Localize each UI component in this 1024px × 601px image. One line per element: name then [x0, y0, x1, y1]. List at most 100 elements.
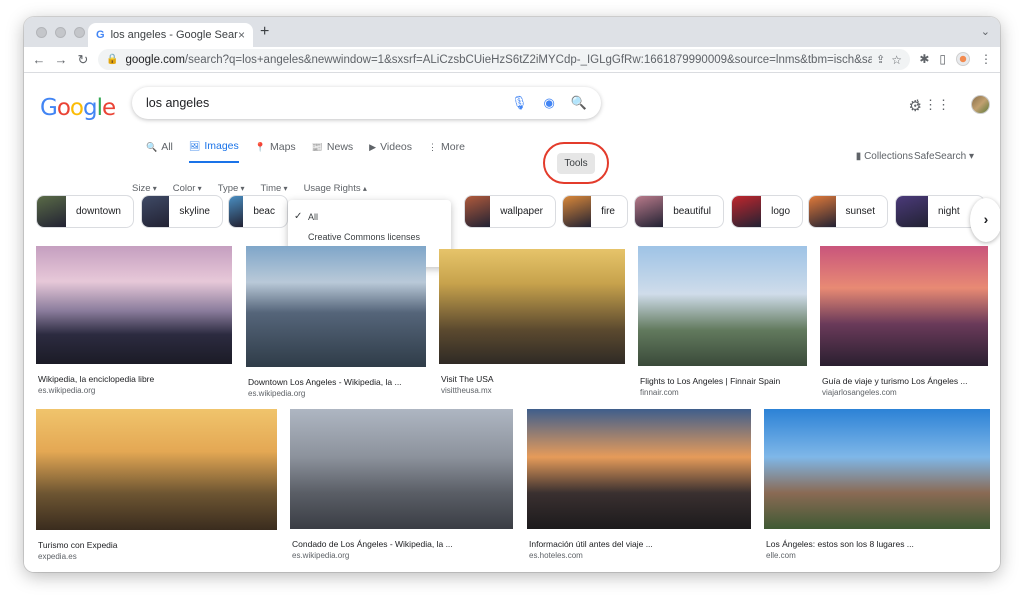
tab-close-icon[interactable]: ×	[238, 28, 245, 42]
chip-thumbnail	[229, 196, 244, 227]
chip-wallpaper[interactable]: wallpaper	[464, 195, 556, 228]
search-input[interactable]: los angeles	[146, 96, 495, 110]
tab-search-icon[interactable]: ⌄	[981, 25, 990, 38]
result-thumbnail[interactable]	[820, 246, 988, 366]
filter-type[interactable]: Type	[218, 183, 245, 194]
chip-label: skyline	[179, 206, 210, 217]
forward-icon[interactable]: →	[50, 52, 72, 67]
chip-thumbnail	[37, 196, 66, 227]
image-result-card[interactable]: Flights to Los Angeles | Finnair Spain fi…	[638, 246, 807, 408]
result-caption[interactable]: Downtown Los Angeles - Wikipedia, la ...	[248, 377, 402, 387]
result-source: es.wikipedia.org	[248, 389, 306, 398]
close-window-button[interactable]	[36, 27, 47, 38]
chip-downtown[interactable]: downtown	[36, 195, 134, 228]
result-caption[interactable]: Visit The USA	[441, 374, 494, 384]
result-thumbnail[interactable]	[439, 249, 625, 364]
image-result-card[interactable]: Condado de Los Ángeles - Wikipedia, la .…	[290, 409, 513, 571]
chip-beac[interactable]: beac	[228, 195, 288, 228]
tools-highlight-ring	[543, 142, 609, 184]
usage-option-label: Creative Commons licenses	[308, 232, 421, 242]
chip-thumbnail	[809, 196, 836, 227]
tab-label: Images	[204, 140, 239, 152]
filter-color[interactable]: Color	[173, 183, 202, 194]
result-caption[interactable]: Guía de viaje y turismo Los Ángeles ...	[822, 376, 968, 386]
collections-link[interactable]: ▮ Collections	[856, 151, 913, 162]
image-result-card[interactable]: Información útil antes del viaje ... es.h…	[527, 409, 751, 571]
result-caption[interactable]: Flights to Los Angeles | Finnair Spain	[640, 376, 780, 386]
browser-toolbar: ← → ↻ 🔒 google.com/search?q=los+angeles&…	[24, 47, 1000, 73]
microphone-icon[interactable]: 🎙	[511, 95, 528, 111]
share-icon[interactable]: ⇪	[876, 53, 885, 66]
usage-option-item[interactable]: ✓ All	[288, 207, 451, 227]
image-result-card[interactable]: Guía de viaje y turismo Los Ángeles ... v…	[820, 246, 988, 408]
tab-label: Maps	[269, 141, 296, 153]
minimize-window-button[interactable]	[55, 27, 66, 38]
usage-option-item[interactable]: Creative Commons licenses	[288, 227, 451, 247]
result-source: es.wikipedia.org	[38, 386, 96, 395]
tab-label: Videos	[380, 141, 412, 153]
browser-tab[interactable]: G los angeles - Google Search ×	[88, 23, 253, 47]
filter-size[interactable]: Size	[132, 183, 157, 194]
chip-sunset[interactable]: sunset	[808, 195, 888, 228]
tab-images[interactable]: 🖼 Images	[188, 140, 239, 163]
result-caption[interactable]: Condado de Los Ángeles - Wikipedia, la .…	[292, 539, 453, 549]
image-result-card[interactable]: Downtown Los Angeles - Wikipedia, la ...…	[246, 246, 426, 409]
result-thumbnail[interactable]	[246, 246, 426, 367]
result-thumbnail[interactable]	[764, 409, 990, 529]
url-text: google.com/search?q=los+angeles&newwindo…	[125, 53, 873, 66]
chip-label: downtown	[75, 206, 121, 217]
result-thumbnail[interactable]	[527, 409, 751, 529]
image-result-card[interactable]: Visit The USA visittheusa.mx	[439, 249, 625, 406]
search-tabs: 🔍 All 🖼 Images 📍 Maps 📰 News ▶ Videos ⋮ More	[146, 140, 465, 163]
chip-skyline[interactable]: skyline	[141, 195, 223, 228]
result-source: expedia.es	[38, 552, 77, 561]
profile-avatar[interactable]	[956, 52, 970, 66]
tab-all[interactable]: 🔍 All	[146, 140, 173, 163]
logo-letter: o	[69, 95, 84, 121]
reload-icon[interactable]: ↻	[72, 52, 94, 68]
bookmark-star-icon[interactable]: ☆	[891, 53, 902, 67]
result-caption[interactable]: Información útil antes del viaje ...	[529, 539, 653, 549]
new-tab-button[interactable]: +	[260, 23, 269, 41]
safesearch-menu[interactable]: SafeSearch ▾	[914, 151, 974, 162]
tab-videos[interactable]: ▶ Videos	[369, 140, 412, 163]
result-caption[interactable]: Los Ángeles: estos son los 8 lugares ...	[766, 539, 914, 549]
camera-lens-icon[interactable]: ◉	[543, 95, 554, 111]
tab-strip: G los angeles - Google Search × + ⌄	[24, 17, 1000, 47]
browser-menu-icon[interactable]: ⋮	[980, 52, 992, 66]
search-box[interactable]: los angeles 🎙 ◉ 🔍	[132, 87, 601, 119]
search-page: Google los angeles 🎙 ◉ 🔍 ⚙ ⋮⋮⋮ 🔍 All 🖼 Imag…	[24, 73, 1000, 572]
back-icon[interactable]: ←	[28, 52, 50, 67]
image-result-card[interactable]: Wikipedia, la enciclopedia libre es.wikip…	[36, 246, 232, 406]
result-thumbnail[interactable]	[36, 409, 277, 530]
image-result-card[interactable]: Los Ángeles: estos son los 8 lugares ...…	[764, 409, 990, 571]
chip-logo[interactable]: logo	[731, 195, 803, 228]
google-logo[interactable]: Google	[40, 95, 116, 121]
apps-grid-icon[interactable]: ⋮⋮⋮	[911, 97, 950, 113]
maximize-window-button[interactable]	[74, 27, 85, 38]
result-caption[interactable]: Wikipedia, la enciclopedia libre	[38, 374, 154, 384]
more-tab-icon: ⋮	[428, 141, 437, 152]
extensions-icon[interactable]: ✱	[919, 52, 929, 66]
image-result-card[interactable]: Turismo con Expedia expedia.es	[36, 409, 277, 572]
result-thumbnail[interactable]	[290, 409, 513, 529]
filter-usage-rights[interactable]: Usage Rights	[304, 183, 367, 194]
result-source: elle.com	[766, 551, 796, 560]
account-avatar[interactable]	[971, 95, 990, 114]
result-thumbnail[interactable]	[36, 246, 232, 364]
tab-label: All	[161, 141, 173, 153]
search-icon[interactable]: 🔍	[571, 95, 587, 111]
chips-next-chevron-icon[interactable]: ›	[970, 198, 1000, 242]
chip-fire[interactable]: fire	[562, 195, 628, 228]
sidebar-icon[interactable]: ▯	[939, 52, 946, 66]
tab-news[interactable]: 📰 News	[312, 140, 353, 163]
address-bar[interactable]: 🔒 google.com/search?q=los+angeles&newwin…	[98, 49, 910, 70]
tab-more[interactable]: ⋮ More	[428, 140, 465, 163]
tab-maps[interactable]: 📍 Maps	[255, 140, 296, 163]
related-chips: downtown skyline beac wallpaper fire beautifu…	[34, 195, 994, 229]
result-thumbnail[interactable]	[638, 246, 807, 366]
filter-time[interactable]: Time	[261, 183, 288, 194]
chip-thumbnail	[732, 196, 762, 227]
result-caption[interactable]: Turismo con Expedia	[38, 540, 118, 550]
chip-beautiful[interactable]: beautiful	[634, 195, 724, 228]
